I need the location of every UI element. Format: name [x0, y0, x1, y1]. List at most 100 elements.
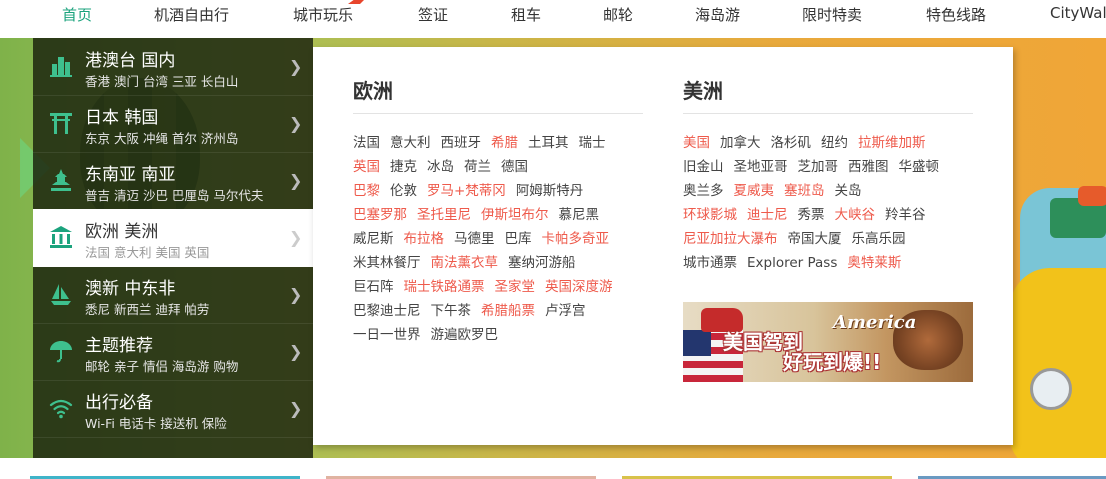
sidebar-item-subtitle: 悉尼 新西兰 迪拜 帕劳: [85, 302, 210, 317]
chevron-right-icon: ❯: [289, 228, 303, 247]
destination-link[interactable]: 伦敦: [390, 179, 417, 199]
sidebar-item-subtitle: 香港 澳门 台湾 三亚 长白山: [85, 74, 239, 89]
nav-city-fun[interactable]: 城市玩乐: [293, 4, 353, 25]
sidebar-item-japan-korea[interactable]: 日本 韩国 东京 大阪 冲绳 首尔 济州岛 ❯: [33, 95, 313, 153]
nav-home[interactable]: 首页: [62, 4, 92, 25]
destination-link[interactable]: 乐高乐园: [852, 227, 906, 247]
usa-promo-banner[interactable]: 美国驾到 好玩到爆!! America: [683, 302, 973, 382]
destination-link[interactable]: 芝加哥: [798, 155, 839, 175]
nav-flash-sale[interactable]: 限时特卖: [802, 4, 862, 25]
america-link-row: 奥兰多 夏威夷 塞班岛 关岛: [683, 179, 872, 199]
destination-link[interactable]: 慕尼黑: [559, 203, 600, 223]
destination-link[interactable]: 奥特莱斯: [847, 251, 901, 271]
europe-link-row: 英国 捷克 冰岛 荷兰 德国: [353, 155, 538, 175]
destination-link[interactable]: 瑞士铁路通票: [404, 275, 485, 295]
destination-link[interactable]: 城市通票: [683, 251, 737, 271]
destination-link[interactable]: 奥兰多: [683, 179, 724, 199]
destination-link[interactable]: 土耳其: [528, 131, 569, 151]
destination-link[interactable]: 德国: [501, 155, 528, 175]
destination-link[interactable]: 米其林餐厅: [353, 251, 421, 271]
destination-link[interactable]: 旧金山: [683, 155, 724, 175]
nav-flight-hotel[interactable]: 机酒自由行: [154, 4, 229, 25]
europe-link-row: 一日一世界 游遍欧罗巴: [353, 323, 508, 343]
destination-link[interactable]: 羚羊谷: [885, 203, 926, 223]
destination-link[interactable]: 圣地亚哥: [734, 155, 788, 175]
destination-link[interactable]: 捷克: [390, 155, 417, 175]
sidebar-item-hk-mo-tw-domestic[interactable]: 港澳台 国内 香港 澳门 台湾 三亚 长白山 ❯: [33, 38, 313, 96]
chevron-right-icon: ❯: [289, 57, 303, 76]
destination-link[interactable]: 希腊船票: [481, 299, 535, 319]
destination-link[interactable]: 巴黎迪士尼: [353, 299, 421, 319]
destination-link[interactable]: 希腊: [491, 131, 518, 151]
destination-link[interactable]: 游遍欧罗巴: [431, 323, 499, 343]
destination-link[interactable]: 瑞士: [579, 131, 606, 151]
destination-link[interactable]: 帝国大厦: [788, 227, 842, 247]
destination-link[interactable]: 一日一世界: [353, 323, 421, 343]
destination-link[interactable]: 圣托里尼: [417, 203, 471, 223]
destination-link[interactable]: 关岛: [835, 179, 862, 199]
destination-link[interactable]: 巴塞罗那: [353, 203, 407, 223]
destination-link[interactable]: 塞班岛: [784, 179, 825, 199]
destination-link[interactable]: 西班牙: [441, 131, 482, 151]
chevron-right-icon: ❯: [289, 114, 303, 133]
sidebar-item-southeast-asia[interactable]: 东南亚 南亚 普吉 清迈 沙巴 巴厘岛 马尔代夫 ❯: [33, 152, 313, 210]
destination-link[interactable]: 洛杉矶: [771, 131, 812, 151]
destination-link[interactable]: 意大利: [390, 131, 431, 151]
nav-cruise[interactable]: 邮轮: [603, 4, 633, 25]
sidebar-item-travel-essentials[interactable]: 出行必备 Wi-Fi 电话卡 接送机 保险 ❯: [33, 380, 313, 438]
destination-link[interactable]: 下午茶: [431, 299, 472, 319]
destination-link[interactable]: 华盛顿: [899, 155, 940, 175]
nav-citywalk[interactable]: CityWal: [1050, 4, 1106, 22]
destination-link[interactable]: 大峡谷: [835, 203, 876, 223]
destination-link[interactable]: 塞纳河游船: [508, 251, 576, 271]
destination-link[interactable]: 纽约: [821, 131, 848, 151]
destination-link[interactable]: 罗马+梵蒂冈: [427, 179, 506, 199]
destination-link[interactable]: 迪士尼: [747, 203, 788, 223]
wifi-icon: [49, 399, 73, 419]
promo-logo-text: America: [833, 312, 917, 333]
destination-link[interactable]: 巴黎: [353, 179, 380, 199]
destination-link[interactable]: 荷兰: [464, 155, 491, 175]
destination-link[interactable]: 巨石阵: [353, 275, 394, 295]
sidebar-item-oceania-middle-east-africa[interactable]: 澳新 中东非 悉尼 新西兰 迪拜 帕劳 ❯: [33, 266, 313, 324]
destination-link[interactable]: 伊斯坦布尔: [481, 203, 549, 223]
destination-dropdown-panel: 欧洲 法国 意大利 西班牙 希腊 土耳其 瑞士 英国 捷克 冰岛 荷兰 德国 巴黎 伦敦 罗马+梵蒂冈 阿姆…: [313, 47, 1013, 445]
destination-link[interactable]: 美国: [683, 131, 710, 151]
nav-visa[interactable]: 签证: [418, 4, 448, 25]
sidebar-item-europe-america[interactable]: 欧洲 美洲 法国 意大利 美国 英国 ❯: [33, 209, 313, 267]
europe-link-row: 法国 意大利 西班牙 希腊 土耳其 瑞士: [353, 131, 616, 151]
destination-link[interactable]: 尼亚加拉大瀑布: [683, 227, 778, 247]
destination-link[interactable]: Explorer Pass: [747, 255, 837, 271]
destination-link[interactable]: 英国深度游: [545, 275, 613, 295]
destination-link[interactable]: 环球影城: [683, 203, 737, 223]
nav-island[interactable]: 海岛游: [695, 4, 740, 25]
destination-link[interactable]: 拉斯维加斯: [858, 131, 926, 151]
destination-link[interactable]: 夏威夷: [734, 179, 775, 199]
luggage-decoration: [1078, 186, 1106, 206]
america-link-row: 美国 加拿大 洛杉矶 纽约 拉斯维加斯: [683, 131, 936, 151]
destination-link[interactable]: 冰岛: [427, 155, 454, 175]
destination-link[interactable]: 阿姆斯特丹: [516, 179, 584, 199]
promo-headline-part: 美国: [723, 330, 763, 354]
sidebar-item-theme-picks[interactable]: 主题推荐 邮轮 亲子 情侣 海岛游 购物 ❯: [33, 323, 313, 381]
sidebar-item-subtitle: 普吉 清迈 沙巴 巴厘岛 马尔代夫: [85, 188, 264, 203]
destination-link[interactable]: 加拿大: [720, 131, 761, 151]
america-link-row: 城市通票 Explorer Pass 奥特莱斯: [683, 251, 911, 271]
destination-link[interactable]: 圣家堂: [495, 275, 536, 295]
destination-link[interactable]: 卡帕多奇亚: [542, 227, 610, 247]
destination-link[interactable]: 威尼斯: [353, 227, 394, 247]
sidebar-item-title: 日本 韩国: [85, 108, 159, 128]
destination-link[interactable]: 南法薰衣草: [431, 251, 499, 271]
destination-link[interactable]: 巴库: [505, 227, 532, 247]
destination-link[interactable]: 英国: [353, 155, 380, 175]
nav-car-rental[interactable]: 租车: [511, 4, 541, 25]
sidebar-item-title: 港澳台 国内: [85, 51, 176, 71]
destination-link[interactable]: 马德里: [454, 227, 495, 247]
destination-link[interactable]: 西雅图: [848, 155, 889, 175]
destination-link[interactable]: 卢浮宫: [545, 299, 586, 319]
destination-link[interactable]: 法国: [353, 131, 380, 151]
sailboat-icon: [51, 284, 71, 305]
destination-link[interactable]: 秀票: [798, 203, 825, 223]
destination-link[interactable]: 布拉格: [404, 227, 445, 247]
nav-featured-routes[interactable]: 特色线路: [926, 4, 986, 25]
